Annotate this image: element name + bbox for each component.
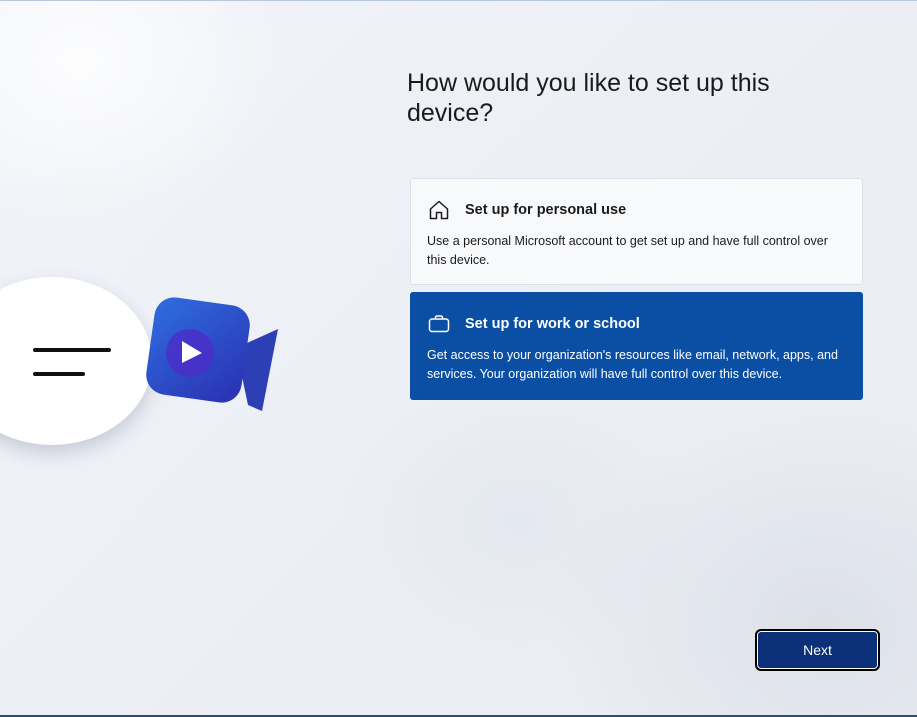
next-button[interactable]: Next (755, 629, 880, 671)
briefcase-icon (428, 315, 450, 333)
option-description: Use a personal Microsoft account to get … (427, 234, 828, 267)
option-title: Set up for personal use (465, 202, 627, 218)
home-icon (429, 200, 449, 220)
option-description: Get access to your organization's resour… (427, 348, 838, 381)
option-personal-use[interactable]: Set up for personal use Use a personal M… (410, 178, 863, 285)
page-title: How would you like to set up this device… (407, 69, 770, 127)
option-title: Set up for work or school (465, 316, 640, 332)
text-line-long (33, 348, 111, 352)
illustration (0, 271, 300, 461)
option-work-or-school[interactable]: Set up for work or school Get access to … (410, 292, 863, 400)
setup-screen: How would you like to set up this device… (0, 0, 917, 717)
text-line-short (33, 372, 85, 376)
video-camera-icon (146, 297, 278, 411)
